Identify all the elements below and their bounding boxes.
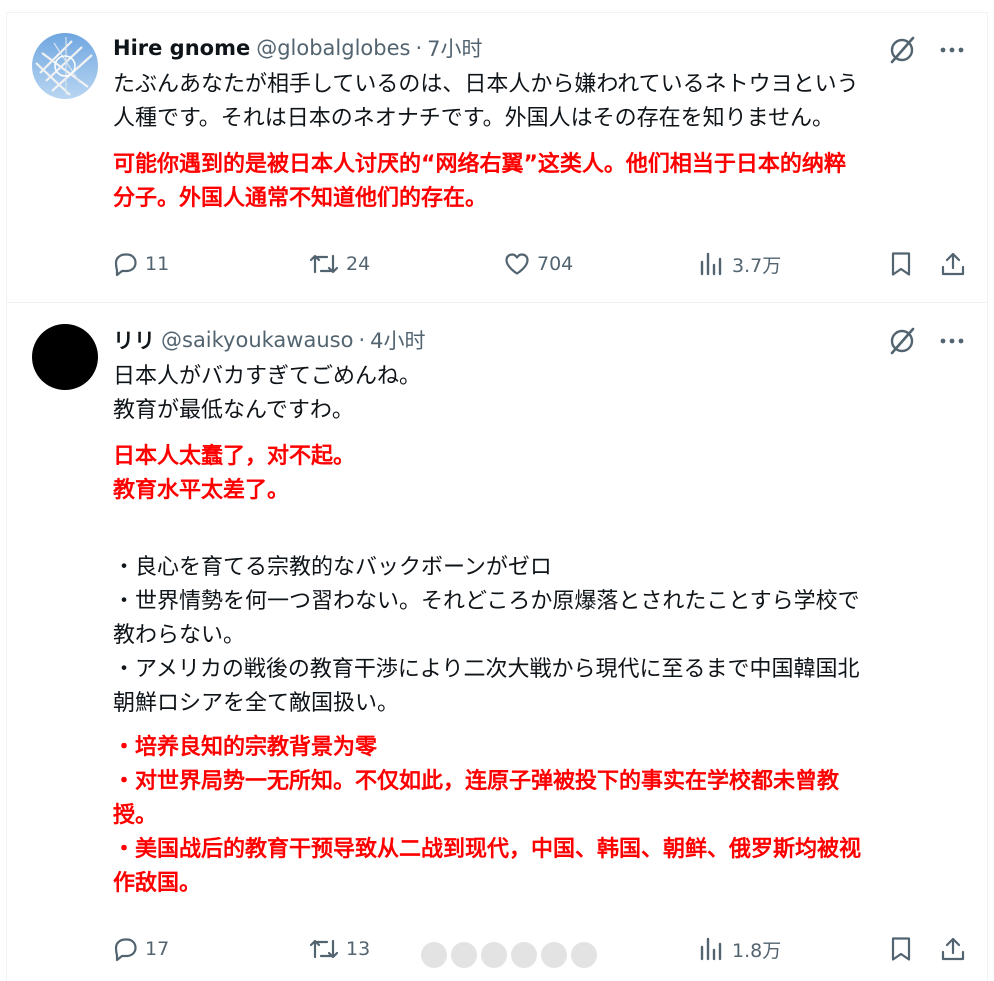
share-button[interactable]: [939, 250, 967, 278]
timestamp[interactable]: 7小时: [427, 33, 482, 63]
bookmark-button[interactable]: [887, 250, 915, 278]
avatar[interactable]: [32, 33, 98, 99]
tweet[interactable]: リリ @saikyoukawauso · 4小时 日本人がバカすぎてごめんね。 …: [7, 303, 987, 981]
retweet-button[interactable]: 24: [308, 250, 370, 278]
share-icon: [941, 252, 965, 276]
more-icon[interactable]: [939, 328, 965, 354]
reply-count: 11: [145, 253, 170, 275]
user-handle[interactable]: @saikyoukawauso: [161, 328, 353, 352]
share-icon: [941, 937, 965, 961]
views-icon: [700, 252, 722, 276]
tweet-text: たぶんあなたが相手しているのは、日本人から嫌われているネトウヨという 人種です。…: [113, 72, 859, 131]
timestamp[interactable]: 4小时: [370, 325, 425, 355]
tweet-top-actions: [887, 35, 965, 65]
tweet-text-list: ・良心を育てる宗教的なバックボーンがゼロ ・世界情勢を何一つ習わない。それどころ…: [113, 555, 860, 716]
bookmark-icon: [891, 252, 911, 276]
tweet-translation: 可能你遇到的是被日本人讨厌的“网络右翼”这类人。他们相当于日本的纳粹 分子。外国…: [113, 152, 846, 211]
header-separator: ·: [358, 328, 366, 352]
retweet-icon: [309, 254, 339, 274]
timeline-right-border: [987, 12, 988, 981]
avatar-image: [32, 33, 98, 99]
reply-icon: [114, 253, 137, 277]
reply-count: 17: [145, 938, 170, 960]
like-icon: [505, 253, 529, 275]
tweet[interactable]: Hire gnome @globalglobes · 7小时 たぶんあなたが相手…: [7, 13, 987, 303]
avatar[interactable]: [32, 324, 98, 390]
share-button[interactable]: [939, 935, 967, 963]
view-count: 3.7万: [732, 254, 782, 277]
header-separator: ·: [415, 36, 423, 60]
retweet-icon: [309, 939, 339, 959]
tweet-translation-list: ・培养良知的宗教背景为零 ・对世界局势一无所知。不仅如此，连原子弹被投下的事实在…: [113, 735, 862, 896]
retweet-button[interactable]: 13: [308, 935, 370, 963]
retweet-count: 24: [346, 253, 371, 275]
grok-icon[interactable]: [887, 35, 917, 65]
reply-button[interactable]: 17: [111, 935, 169, 963]
tweet-actions: 17 13 1.8万: [111, 935, 967, 967]
tweet-header: Hire gnome @globalglobes · 7小时: [113, 33, 483, 63]
like-count: 704: [537, 253, 574, 275]
views-button[interactable]: 1.8万: [698, 935, 781, 963]
bookmark-icon: [891, 937, 911, 961]
bookmark-button[interactable]: [887, 935, 915, 963]
tweet-translation: 日本人太蠢了，对不起。 教育水平太差了。: [113, 444, 356, 503]
tweet-actions: 11 24 704 3.7万: [111, 250, 967, 282]
reply-icon: [114, 938, 137, 962]
retweet-count: 13: [346, 938, 371, 960]
views-button[interactable]: 3.7万: [698, 250, 781, 278]
tweet-text: 日本人がバカすぎてごめんね。 教育が最低なんですわ。: [113, 364, 422, 423]
views-icon: [700, 937, 722, 961]
view-count: 1.8万: [732, 939, 782, 962]
reply-button[interactable]: 11: [111, 250, 169, 278]
display-name[interactable]: Hire gnome: [113, 36, 250, 60]
user-handle[interactable]: @globalglobes: [256, 36, 410, 60]
like-button[interactable]: 704: [503, 250, 573, 278]
more-icon[interactable]: [939, 37, 965, 63]
grok-icon[interactable]: [887, 326, 917, 356]
tweet-header: リリ @saikyoukawauso · 4小时: [113, 325, 426, 355]
display-name[interactable]: リリ: [113, 325, 155, 355]
tweet-top-actions: [887, 326, 965, 356]
